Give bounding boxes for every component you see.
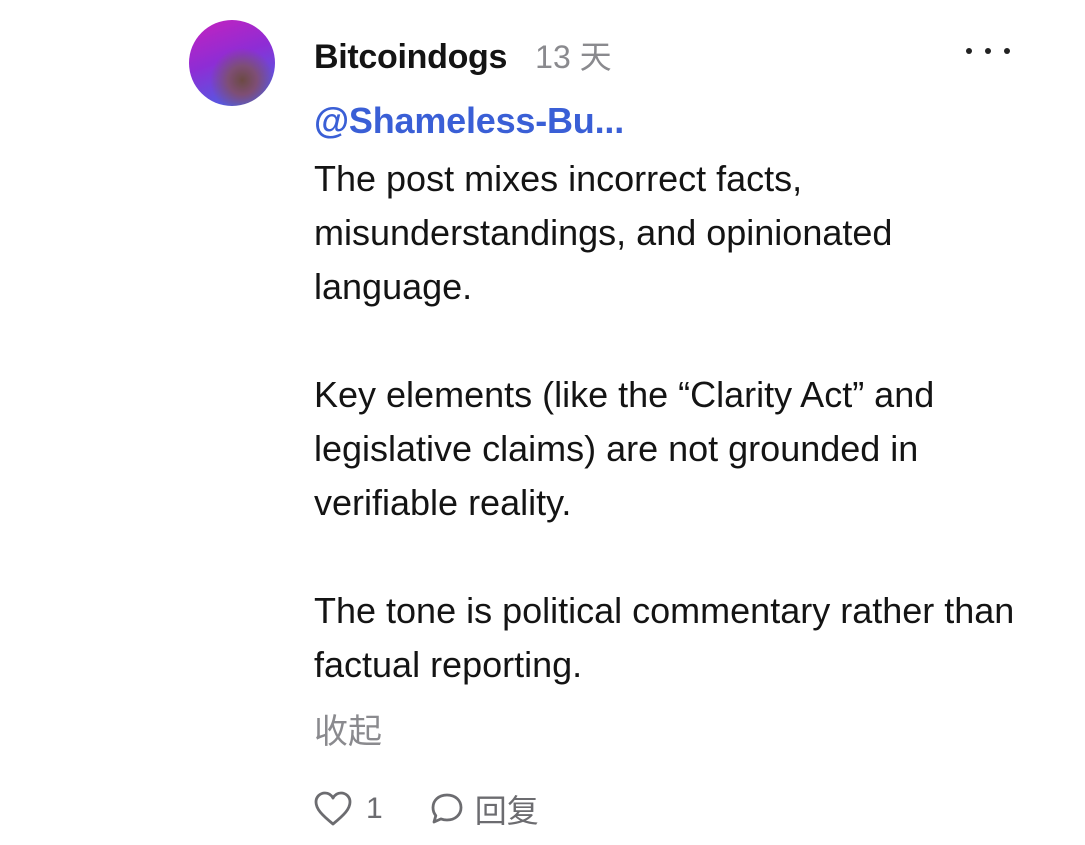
comment-paragraph: Key elements (like the “Clarity Act” and… (314, 374, 935, 523)
like-count: 1 (366, 792, 383, 825)
comment-bubble-icon (429, 791, 465, 827)
more-options-button[interactable] (966, 36, 1010, 66)
comment-header: Bitcoindogs 13 天 (314, 32, 612, 80)
like-button[interactable]: 1 (314, 791, 383, 827)
timestamp: 13 天 (535, 39, 612, 75)
mention-link[interactable]: @Shameless-Bu... (314, 100, 624, 142)
comment-body: The post mixes incorrect facts, misunder… (314, 152, 1034, 692)
comment-paragraph: The post mixes incorrect facts, misunder… (314, 158, 893, 307)
collapse-button[interactable]: 收起 (314, 704, 382, 753)
heart-icon (314, 791, 352, 827)
comment-paragraph: The tone is political commentary rather … (314, 590, 1015, 685)
more-options-icon (985, 48, 991, 54)
comment-card: Bitcoindogs 13 天 @Shameless-Bu... The po… (0, 0, 1085, 845)
reply-label: 回复 (474, 792, 539, 830)
more-options-icon (966, 48, 972, 54)
more-options-icon (1004, 48, 1010, 54)
username[interactable]: Bitcoindogs (314, 38, 507, 77)
comment-actions: 1 回复 (314, 784, 539, 834)
reply-button[interactable]: 回复 (429, 786, 539, 832)
avatar[interactable] (189, 20, 275, 106)
